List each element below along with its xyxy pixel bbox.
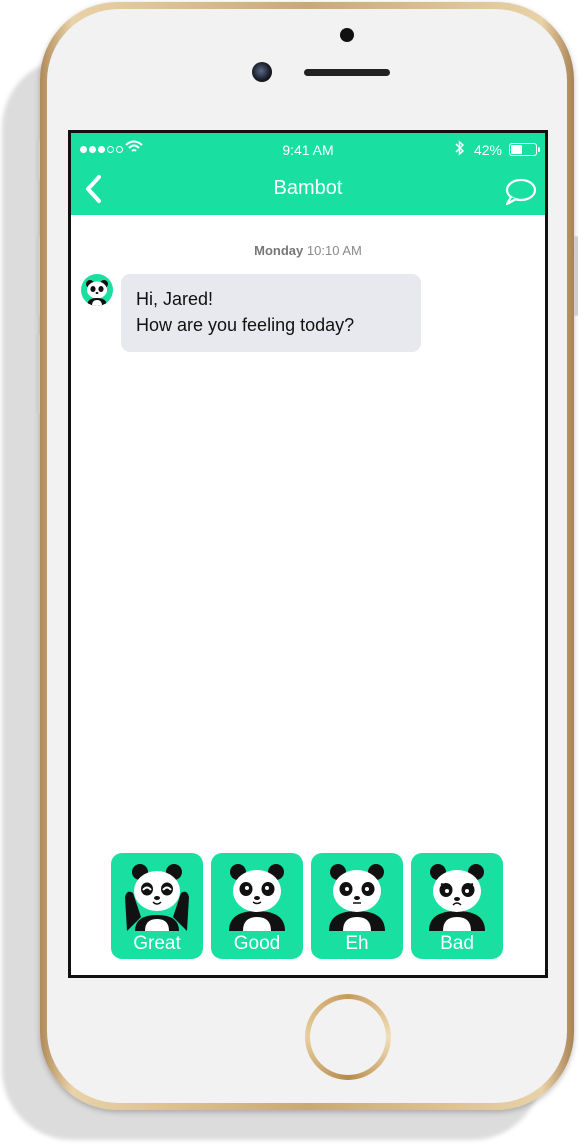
quick-reply-label: Eh [345,933,369,954]
app-screen: 9:41 AM 42% Bambot Monday 10:10 AM Hi, J… [71,133,545,975]
battery-icon [509,143,540,156]
panda-sad-icon [429,864,485,931]
mute-switch[interactable] [36,140,40,180]
quick-reply-label: Bad [440,933,474,954]
volume-up-button[interactable] [36,236,40,316]
quick-reply-great[interactable]: Great [111,853,203,959]
message-timestamp: Monday 10:10 AM [71,243,545,258]
power-button[interactable] [574,236,578,316]
message-bubble: Hi, Jared! How are you feeling today? [121,274,421,352]
chat-bubble-icon[interactable] [503,177,537,207]
home-button[interactable] [305,994,391,1080]
message-line: Hi, Jared! [136,289,214,309]
volume-down-button[interactable] [36,334,40,414]
quick-reply-good[interactable]: Good [211,853,303,959]
message-line: How are you feeling today? [136,315,355,335]
quick-reply-label: Good [233,933,281,954]
quick-reply-label: Great [133,933,181,954]
timestamp-time: 10:10 AM [306,243,362,258]
page-title: Bambot [273,177,343,199]
quick-replies: Great Good Eh Bad [111,853,503,959]
status-bar: 9:41 AM 42% [71,140,545,160]
bot-avatar [81,274,113,306]
timestamp-day: Monday [254,243,304,258]
header-bar: 9:41 AM 42% Bambot [71,133,545,215]
quick-reply-eh[interactable]: Eh [311,853,403,959]
panda-smile-icon [229,864,285,931]
panda-happy-icon [125,864,189,931]
battery-percent: 42% [473,142,502,158]
panda-neutral-icon [329,864,385,931]
bluetooth-icon [455,140,465,156]
panda-icon [86,280,108,306]
phone-screen: 9:41 AM 42% Bambot Monday 10:10 AM Hi, J… [68,130,548,978]
quick-reply-bad[interactable]: Bad [411,853,503,959]
front-sensor [340,28,354,42]
earpiece-speaker [304,69,390,76]
front-camera [252,62,272,82]
